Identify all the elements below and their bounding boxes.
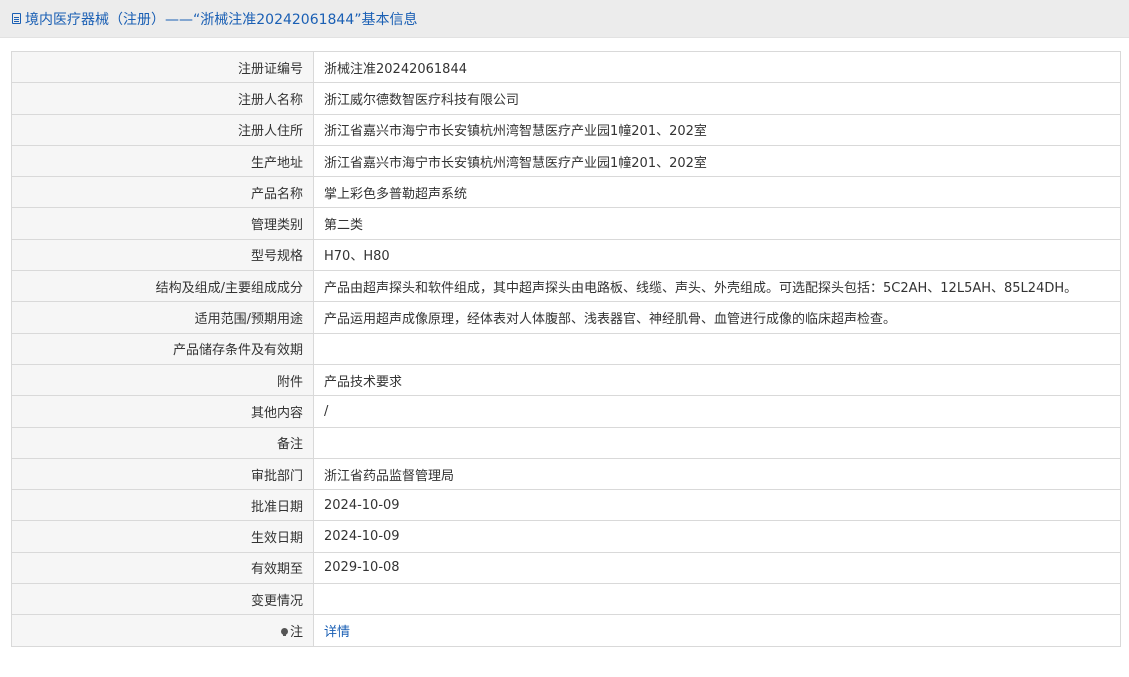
- table-row-registrant-address: 注册人住所 浙江省嘉兴市海宁市长安镇杭州湾智慧医疗产业园1幢201、202室: [11, 113, 1121, 146]
- table-row-storage-conditions: 产品储存条件及有效期: [11, 332, 1121, 365]
- management-category-value: 第二类: [313, 207, 1121, 240]
- registrant-name-value: 浙江威尔德数智医疗科技有限公司: [313, 82, 1121, 115]
- scope-of-use-value: 产品运用超声成像原理，经体表对人体腹部、浅表器官、神经肌骨、血管进行成像的临床超…: [313, 301, 1121, 334]
- page-header: 境内医疗器械（注册）——“浙械注准20242061844”基本信息: [0, 0, 1129, 38]
- approval-department-value: 浙江省药品监督管理局: [313, 457, 1121, 491]
- approval-date-label: 批准日期: [11, 489, 314, 522]
- table-row-expiry-date: 有效期至 2029-10-08: [11, 551, 1121, 585]
- table-row-model-spec: 型号规格 H70、H80: [11, 238, 1121, 272]
- table-row-registration-number: 注册证编号 浙械注准20242061844: [11, 50, 1121, 84]
- change-status-label: 变更情况: [11, 583, 314, 616]
- approval-department-label: 审批部门: [11, 457, 314, 491]
- info-table: 注册证编号 浙械注准20242061844 注册人名称 浙江威尔德数智医疗科技有限公司…: [11, 50, 1121, 647]
- details-link[interactable]: 详情: [324, 625, 350, 640]
- table-row-production-address: 生产地址 浙江省嘉兴市海宁市长安镇杭州湾智慧医疗产业园1幢201、202室: [11, 144, 1121, 178]
- table-row-attachment: 附件 产品技术要求: [11, 363, 1121, 397]
- management-category-label: 管理类别: [11, 207, 314, 240]
- page-title: 境内医疗器械（注册）——“浙械注准20242061844”基本信息: [25, 11, 418, 28]
- change-status-value: [313, 583, 1121, 616]
- production-address-label: 生产地址: [11, 144, 314, 178]
- table-row-management-category: 管理类别 第二类: [11, 207, 1121, 240]
- table-row-product-name: 产品名称 掌上彩色多普勒超声系统: [11, 176, 1121, 209]
- table-row-structure-composition: 结构及组成/主要组成成分 产品由超声探头和软件组成，其中超声探头由电路板、线缆、声…: [11, 270, 1121, 303]
- attachment-label: 附件: [11, 363, 314, 397]
- other-content-value: /: [313, 395, 1121, 428]
- registrant-address-label: 注册人住所: [11, 113, 314, 146]
- storage-conditions-label: 产品储存条件及有效期: [11, 332, 314, 365]
- product-name-value: 掌上彩色多普勒超声系统: [313, 176, 1121, 209]
- effective-date-label: 生效日期: [11, 520, 314, 553]
- table-row-note: 注 详情: [11, 614, 1121, 647]
- table-row-approval-department: 审批部门 浙江省药品监督管理局: [11, 457, 1121, 491]
- table-row-other-content: 其他内容 /: [11, 395, 1121, 428]
- other-content-label: 其他内容: [11, 395, 314, 428]
- table-row-approval-date: 批准日期 2024-10-09: [11, 489, 1121, 522]
- table-row-change-status: 变更情况: [11, 583, 1121, 616]
- info-table-body: 注册证编号 浙械注准20242061844 注册人名称 浙江威尔德数智医疗科技有限公司…: [11, 50, 1121, 647]
- remarks-value: [313, 426, 1121, 459]
- structure-composition-label: 结构及组成/主要组成成分: [11, 270, 314, 303]
- model-spec-value: H70、H80: [313, 238, 1121, 272]
- expiry-date-label: 有效期至: [11, 551, 314, 585]
- scope-of-use-label: 适用范围/预期用途: [11, 301, 314, 334]
- structure-composition-value: 产品由超声探头和软件组成，其中超声探头由电路板、线缆、声头、外壳组成。可选配探头…: [313, 270, 1121, 303]
- lightbulb-icon: [280, 627, 288, 636]
- table-row-remarks: 备注: [11, 426, 1121, 459]
- registration-number-value: 浙械注准20242061844: [313, 50, 1121, 84]
- note-value-cell: 详情: [313, 614, 1121, 647]
- remarks-label: 备注: [11, 426, 314, 459]
- note-label: 注: [289, 624, 303, 640]
- note-label-cell: 注: [11, 614, 314, 647]
- registration-number-label: 注册证编号: [11, 50, 314, 84]
- effective-date-value: 2024-10-09: [313, 520, 1121, 553]
- storage-conditions-value: [313, 332, 1121, 365]
- expiry-date-value: 2029-10-08: [313, 551, 1121, 585]
- document-icon: [12, 13, 21, 24]
- approval-date-value: 2024-10-09: [313, 489, 1121, 522]
- table-row-registrant-name: 注册人名称 浙江威尔德数智医疗科技有限公司: [11, 82, 1121, 115]
- table-row-scope-of-use: 适用范围/预期用途 产品运用超声成像原理，经体表对人体腹部、浅表器官、神经肌骨、血…: [11, 301, 1121, 334]
- registrant-address-value: 浙江省嘉兴市海宁市长安镇杭州湾智慧医疗产业园1幢201、202室: [313, 113, 1121, 146]
- production-address-value: 浙江省嘉兴市海宁市长安镇杭州湾智慧医疗产业园1幢201、202室: [313, 144, 1121, 178]
- product-name-label: 产品名称: [11, 176, 314, 209]
- info-table-container: 注册证编号 浙械注准20242061844 注册人名称 浙江威尔德数智医疗科技有限公司…: [11, 50, 1121, 647]
- attachment-value: 产品技术要求: [313, 363, 1121, 397]
- registrant-name-label: 注册人名称: [11, 82, 314, 115]
- model-spec-label: 型号规格: [11, 238, 314, 272]
- table-row-effective-date: 生效日期 2024-10-09: [11, 520, 1121, 553]
